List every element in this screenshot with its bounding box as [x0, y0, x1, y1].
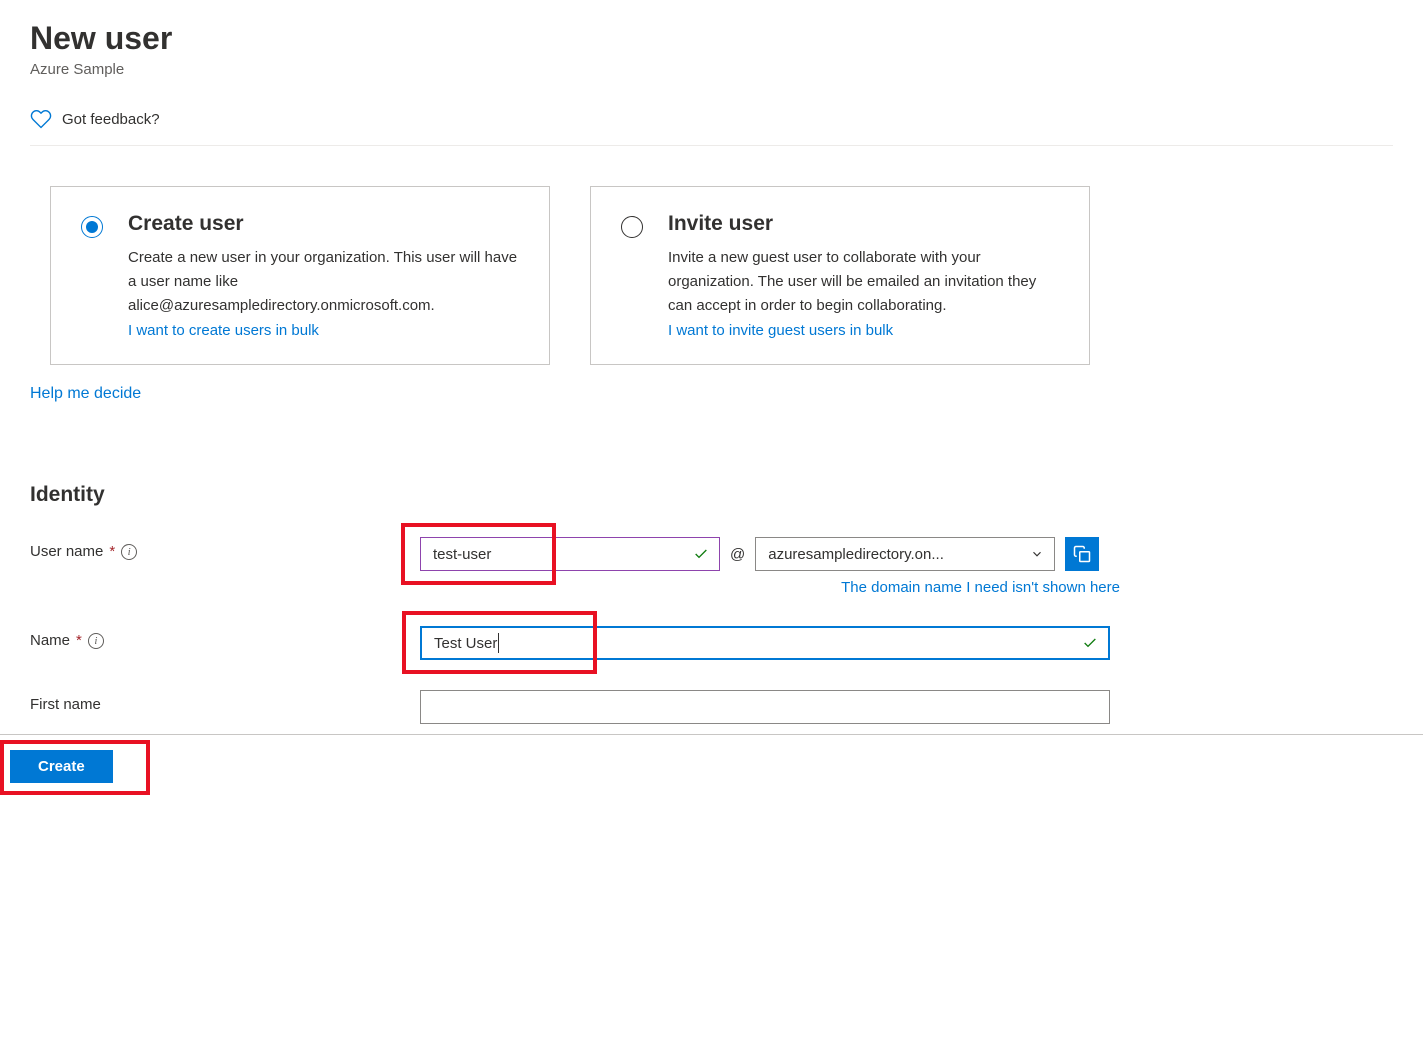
create-user-card[interactable]: Create user Create a new user in your or…: [50, 186, 550, 365]
feedback-link[interactable]: Got feedback?: [30, 98, 1393, 146]
create-bulk-link[interactable]: I want to create users in bulk: [128, 322, 519, 339]
username-label: User name: [30, 543, 103, 560]
copy-button[interactable]: [1065, 537, 1099, 571]
chevron-down-icon: [1030, 547, 1044, 561]
page-subtitle: Azure Sample: [30, 61, 1393, 78]
domain-help-link[interactable]: The domain name I need isn't shown here: [420, 579, 1120, 596]
info-icon[interactable]: i: [88, 633, 104, 649]
create-user-radio[interactable]: [81, 216, 103, 238]
create-button[interactable]: Create: [10, 750, 113, 783]
create-user-title: Create user: [128, 212, 519, 236]
name-label: Name: [30, 632, 70, 649]
required-star: *: [76, 632, 82, 649]
heart-icon: [30, 108, 52, 130]
checkmark-icon: [693, 546, 709, 562]
name-input[interactable]: Test User: [420, 626, 1110, 660]
username-input[interactable]: test-user: [420, 537, 720, 571]
checkmark-icon: [1082, 635, 1098, 651]
create-user-desc: Create a new user in your organization. …: [128, 246, 519, 318]
help-me-decide-link[interactable]: Help me decide: [30, 385, 141, 403]
firstname-input[interactable]: [420, 690, 1110, 724]
domain-select[interactable]: azuresampledirectory.on...: [755, 537, 1055, 571]
identity-section-title: Identity: [30, 483, 1393, 507]
feedback-label: Got feedback?: [62, 111, 160, 128]
invite-user-title: Invite user: [668, 212, 1059, 236]
at-sign: @: [730, 546, 745, 563]
firstname-label: First name: [30, 696, 101, 713]
invite-bulk-link[interactable]: I want to invite guest users in bulk: [668, 322, 1059, 339]
page-title: New user: [30, 20, 1393, 57]
invite-user-desc: Invite a new guest user to collaborate w…: [668, 246, 1059, 318]
invite-user-radio[interactable]: [621, 216, 643, 238]
required-star: *: [109, 543, 115, 560]
info-icon[interactable]: i: [121, 544, 137, 560]
username-value: test-user: [433, 546, 491, 563]
name-value: Test User: [434, 635, 497, 652]
copy-icon: [1073, 545, 1091, 563]
invite-user-card[interactable]: Invite user Invite a new guest user to c…: [590, 186, 1090, 365]
domain-value: azuresampledirectory.on...: [768, 546, 944, 563]
